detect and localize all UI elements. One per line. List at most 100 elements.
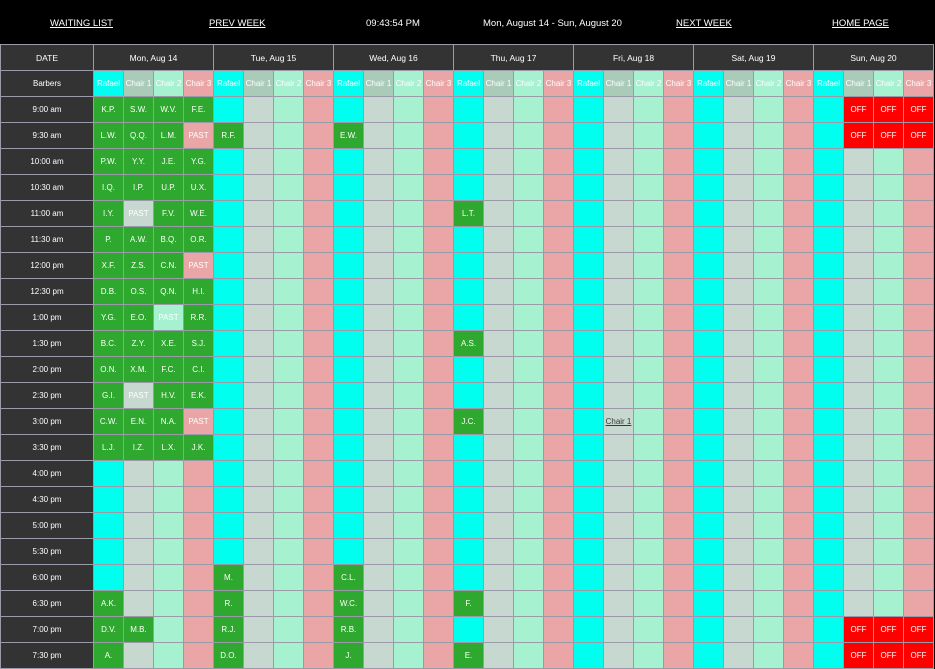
open-slot-rafael[interactable]: [453, 434, 484, 461]
open-slot-rafael[interactable]: [453, 512, 484, 539]
open-slot-chair1[interactable]: [603, 278, 634, 305]
open-slot-chair2[interactable]: [753, 148, 784, 175]
open-slot-chair1[interactable]: [723, 226, 754, 253]
open-slot-chair3[interactable]: [903, 408, 934, 435]
booked-slot[interactable]: P.: [93, 226, 124, 253]
open-slot-chair1[interactable]: [723, 590, 754, 617]
open-slot-chair3[interactable]: [543, 200, 574, 227]
booked-slot[interactable]: U.P.: [153, 174, 184, 201]
open-slot-chair2[interactable]: [393, 616, 424, 643]
open-slot-chair3[interactable]: [183, 486, 214, 513]
open-slot-rafael[interactable]: [213, 278, 244, 305]
open-slot-rafael[interactable]: [453, 564, 484, 591]
open-slot-chair2[interactable]: [273, 486, 304, 513]
open-slot-chair3[interactable]: [423, 564, 454, 591]
booked-slot[interactable]: I.Z.: [123, 434, 154, 461]
open-slot-rafael[interactable]: [213, 356, 244, 383]
booked-slot[interactable]: D.V.: [93, 616, 124, 643]
open-slot-chair2[interactable]: [753, 642, 784, 669]
open-slot-rafael[interactable]: [213, 148, 244, 175]
open-slot-chair2[interactable]: [633, 252, 664, 279]
booked-slot[interactable]: A.: [93, 642, 124, 669]
open-slot-chair2[interactable]: [273, 226, 304, 253]
open-slot-chair1[interactable]: [363, 356, 394, 383]
open-slot-chair2[interactable]: [393, 96, 424, 123]
open-slot-chair2[interactable]: [153, 512, 184, 539]
open-slot-chair2[interactable]: [753, 174, 784, 201]
open-slot-chair3[interactable]: [783, 96, 814, 123]
open-slot-chair3[interactable]: [303, 330, 334, 357]
booked-slot[interactable]: P.W.: [93, 148, 124, 175]
open-slot-chair3[interactable]: [543, 642, 574, 669]
open-slot-chair2[interactable]: [393, 226, 424, 253]
open-slot-chair1[interactable]: [843, 434, 874, 461]
open-slot-chair2[interactable]: [153, 538, 184, 565]
open-slot-chair1[interactable]: [363, 330, 394, 357]
open-slot-chair1[interactable]: [483, 434, 514, 461]
open-slot-chair3[interactable]: [303, 642, 334, 669]
next-week-link[interactable]: NEXT WEEK: [676, 0, 732, 44]
open-slot-chair2[interactable]: [873, 564, 904, 591]
booked-slot[interactable]: Y.Y.: [123, 148, 154, 175]
booked-slot[interactable]: R.J.: [213, 616, 244, 643]
booked-slot[interactable]: C.W.: [93, 408, 124, 435]
open-slot-rafael[interactable]: [453, 460, 484, 487]
open-slot-chair1[interactable]: [243, 642, 274, 669]
open-slot-rafael[interactable]: [453, 616, 484, 643]
open-slot-chair1[interactable]: [243, 616, 274, 643]
open-slot-chair1[interactable]: [603, 304, 634, 331]
open-slot-chair3[interactable]: [303, 590, 334, 617]
open-slot-chair3[interactable]: [543, 122, 574, 149]
open-slot-chair1[interactable]: [483, 226, 514, 253]
open-slot-chair2[interactable]: [753, 512, 784, 539]
booked-slot[interactable]: I.P.: [123, 174, 154, 201]
open-slot-chair1[interactable]: [843, 226, 874, 253]
open-slot-chair2[interactable]: [273, 382, 304, 409]
booked-slot[interactable]: L.M.: [153, 122, 184, 149]
open-slot-chair3[interactable]: [783, 538, 814, 565]
open-slot-chair2[interactable]: [273, 122, 304, 149]
open-slot-chair2[interactable]: [513, 434, 544, 461]
open-slot-rafael[interactable]: [453, 226, 484, 253]
open-slot-chair3[interactable]: [543, 148, 574, 175]
open-slot-chair1[interactable]: [243, 304, 274, 331]
open-slot-chair2[interactable]: [513, 642, 544, 669]
open-slot-chair1[interactable]: [363, 96, 394, 123]
open-slot-chair3[interactable]: [183, 564, 214, 591]
open-slot-chair3[interactable]: [903, 174, 934, 201]
open-slot-chair2[interactable]: [513, 148, 544, 175]
open-slot-rafael[interactable]: [453, 304, 484, 331]
open-slot-chair3[interactable]: [663, 460, 694, 487]
booked-slot[interactable]: W.C.: [333, 590, 364, 617]
open-slot-chair2[interactable]: [393, 590, 424, 617]
booked-slot[interactable]: M.B.: [123, 616, 154, 643]
open-slot-chair2[interactable]: [393, 200, 424, 227]
open-slot-chair2[interactable]: [273, 96, 304, 123]
open-slot-chair2[interactable]: [513, 382, 544, 409]
open-slot-chair2[interactable]: [393, 564, 424, 591]
open-slot-chair3[interactable]: [183, 512, 214, 539]
booked-slot[interactable]: B.Q.: [153, 226, 184, 253]
open-slot-chair3[interactable]: [303, 356, 334, 383]
open-slot-chair3[interactable]: [663, 590, 694, 617]
open-slot-chair1[interactable]: [603, 616, 634, 643]
open-slot-chair1[interactable]: [603, 330, 634, 357]
open-slot-chair2[interactable]: [873, 408, 904, 435]
open-slot-chair1[interactable]: [723, 642, 754, 669]
booked-slot[interactable]: U.X.: [183, 174, 214, 201]
open-slot-chair2[interactable]: [513, 408, 544, 435]
open-slot-chair1[interactable]: [483, 642, 514, 669]
open-slot-rafael[interactable]: [453, 148, 484, 175]
open-slot-chair3[interactable]: [423, 226, 454, 253]
open-slot-chair2[interactable]: [273, 252, 304, 279]
open-slot-chair3[interactable]: [663, 304, 694, 331]
open-slot-chair1[interactable]: [363, 642, 394, 669]
open-slot-chair2[interactable]: [633, 122, 664, 149]
booked-slot[interactable]: J.K.: [183, 434, 214, 461]
open-slot-chair1[interactable]: [363, 252, 394, 279]
open-slot-chair2[interactable]: [753, 330, 784, 357]
open-slot-chair3[interactable]: [423, 408, 454, 435]
open-slot-chair3[interactable]: [663, 200, 694, 227]
open-slot-chair1[interactable]: [843, 538, 874, 565]
open-slot-chair3[interactable]: [903, 252, 934, 279]
